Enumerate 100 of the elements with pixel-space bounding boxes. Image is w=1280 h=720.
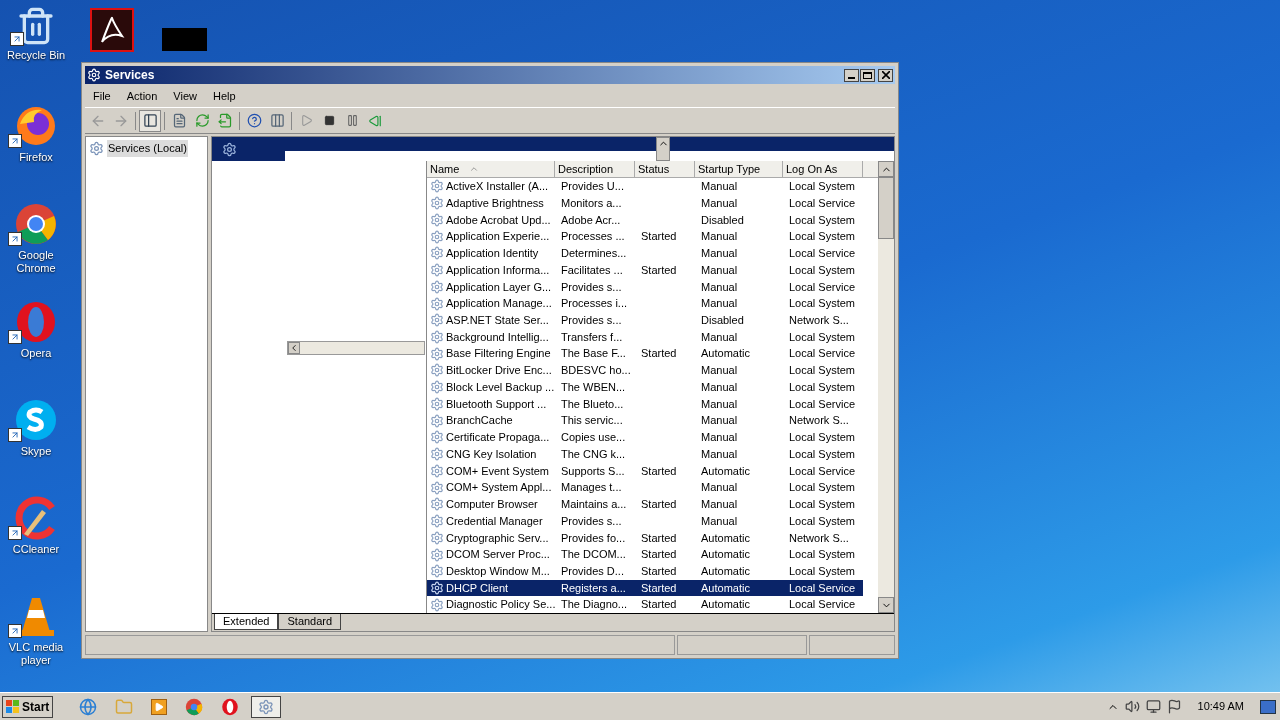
service-row[interactable]: Block Level Backup ... The WBEN... Manual Local System bbox=[427, 378, 863, 396]
table-cell-text: Local System bbox=[789, 564, 856, 579]
table-cell-text: Copies use... bbox=[561, 430, 626, 446]
menu-item[interactable]: Help bbox=[204, 88, 244, 105]
table-cell-text: Determines... bbox=[561, 246, 627, 262]
service-row[interactable]: Application Manage... Processes i... Manual Local System bbox=[427, 295, 863, 312]
service-row[interactable]: Diagnostic Policy Se... The Diagno... Started Automatic Local Service bbox=[427, 596, 863, 614]
table-cell-text: Network S... bbox=[789, 413, 849, 429]
table-cell-text: Diagnostic Policy Se... bbox=[446, 597, 556, 613]
menu-item[interactable]: File bbox=[85, 88, 119, 105]
flag-icon[interactable] bbox=[1166, 699, 1182, 714]
gear-icon bbox=[430, 196, 444, 211]
gear-icon bbox=[430, 447, 444, 462]
start-button[interactable]: Start bbox=[2, 695, 54, 718]
table-cell-text: BDESVC ho... bbox=[561, 363, 631, 379]
desktop-icon-label[interactable]: Firefox bbox=[19, 151, 53, 164]
table-cell-text: Desktop Window M... bbox=[446, 564, 550, 579]
column-header[interactable]: Description bbox=[555, 161, 635, 178]
media-player-icon[interactable] bbox=[151, 698, 168, 715]
service-row[interactable]: Bluetooth Support ... The Blueto... Manual Local Service bbox=[427, 395, 863, 413]
menu-item[interactable]: Action bbox=[118, 88, 166, 105]
scroll-up-button[interactable] bbox=[656, 137, 670, 161]
column-header[interactable]: Name bbox=[427, 161, 555, 178]
gear-icon bbox=[430, 296, 444, 311]
service-row[interactable]: Application Experie... Processes ... Started Manual Local System bbox=[427, 228, 863, 245]
show-desktop-button[interactable] bbox=[1260, 699, 1276, 714]
service-row[interactable]: CNG Key Isolation The CNG k... Manual Local System bbox=[427, 445, 863, 463]
desktop-icon-label[interactable]: VLC media player bbox=[0, 641, 72, 667]
table-cell-text: Local System bbox=[789, 363, 856, 379]
column-header[interactable]: Startup Type bbox=[695, 161, 783, 178]
service-row[interactable]: Adaptive Brightness Monitors a... Manual Local Service bbox=[427, 194, 863, 212]
service-row[interactable]: COM+ Event System Supports S... Started Automatic Local Service bbox=[427, 462, 863, 480]
table-cell-text: Local System bbox=[789, 329, 856, 345]
table-cell-text: BitLocker Drive Enc... bbox=[446, 363, 552, 379]
network-icon[interactable] bbox=[1145, 699, 1161, 714]
service-row[interactable]: Cryptographic Serv... Provides fo... Started Automatic Network S... bbox=[427, 529, 863, 547]
table-cell-text: Local Service bbox=[789, 580, 856, 596]
table-cell-text: Local System bbox=[789, 513, 856, 529]
gear-icon bbox=[430, 380, 444, 395]
gear-icon bbox=[430, 530, 444, 545]
gear-icon bbox=[430, 564, 444, 579]
table-cell-text: Processes ... bbox=[561, 229, 625, 245]
table-cell-text: Manual bbox=[701, 363, 738, 379]
service-row[interactable]: DCOM Server Proc... The DCOM... Started Automatic Local System bbox=[427, 546, 863, 563]
o-ring-icon[interactable] bbox=[221, 697, 240, 716]
gear-icon bbox=[430, 480, 444, 495]
desktop-icon-label[interactable]: Google Chrome bbox=[0, 249, 72, 275]
column-header[interactable]: Log On As bbox=[783, 161, 863, 178]
table-cell-text: Local Service bbox=[789, 346, 856, 362]
table-cell-text: Local System bbox=[789, 430, 856, 446]
maximize-button[interactable] bbox=[860, 68, 875, 82]
tricolor-circle-icon[interactable] bbox=[185, 697, 204, 716]
service-row[interactable]: Adobe Acrobat Upd... Adobe Acr... Disabled Local System bbox=[427, 211, 863, 229]
service-row[interactable]: Desktop Window M... Provides D... Started Automatic Local System bbox=[427, 562, 863, 580]
service-row[interactable]: Application Layer G... Provides s... Manual Local Service bbox=[427, 278, 863, 296]
service-row[interactable]: Application Informa... Facilitates ... Started Manual Local System bbox=[427, 261, 863, 279]
service-row[interactable]: Certificate Propaga... Copies use... Manual Local System bbox=[427, 429, 863, 446]
service-row[interactable]: ActiveX Installer (A... Provides U... Manual Local System bbox=[427, 178, 863, 195]
table-cell-text: Started bbox=[641, 547, 677, 563]
table-cell-text: Manual bbox=[701, 446, 738, 462]
service-row[interactable]: BranchCache This servic... Manual Network S... bbox=[427, 412, 863, 429]
service-row[interactable]: Background Intellig... Transfers f... Manual Local System bbox=[427, 328, 863, 346]
table-cell-text: Base Filtering Engine bbox=[446, 346, 551, 362]
service-row[interactable]: Credential Manager Provides s... Manual Local System bbox=[427, 512, 863, 530]
scroll-thumb[interactable] bbox=[878, 177, 894, 239]
menu-item[interactable]: View bbox=[165, 88, 205, 105]
minimize-button[interactable] bbox=[844, 68, 859, 82]
horizontal-scrollbar[interactable] bbox=[287, 341, 425, 355]
table-cell-text: ActiveX Installer (A... bbox=[446, 179, 549, 195]
gear-icon bbox=[430, 263, 444, 278]
services-task-button[interactable] bbox=[251, 695, 282, 718]
desktop-icon-label[interactable]: Recycle Bin bbox=[6, 49, 66, 62]
table-cell-text: Manual bbox=[701, 296, 738, 312]
service-row[interactable]: ASP.NET State Ser... Provides s... Disabled Network S... bbox=[427, 311, 863, 329]
service-row[interactable]: COM+ System Appl... Manages t... Manual Local System bbox=[427, 479, 863, 496]
vertical-scrollbar[interactable] bbox=[878, 161, 894, 613]
table-cell-text: Manual bbox=[701, 179, 738, 195]
close-button[interactable] bbox=[878, 68, 893, 82]
column-header[interactable]: Status bbox=[635, 161, 695, 178]
service-row[interactable]: DHCP Client Registers a... Started Automatic Local Service bbox=[427, 579, 863, 597]
table-cell-text: Manual bbox=[701, 379, 738, 395]
tree-item[interactable]: Services (Local) bbox=[107, 140, 188, 157]
speaker-icon[interactable] bbox=[1124, 699, 1140, 714]
desktop-icon-label[interactable]: Skype bbox=[20, 445, 52, 458]
view-tab[interactable]: Extended bbox=[214, 614, 279, 630]
console-tree-icon[interactable] bbox=[139, 109, 161, 132]
service-row[interactable]: BitLocker Drive Enc... BDESVC ho... Manual Local System bbox=[427, 362, 863, 379]
service-row[interactable]: Application Identity Determines... Manual Local Service bbox=[427, 244, 863, 262]
service-row[interactable]: Base Filtering Engine The Base F... Started Automatic Local Service bbox=[427, 345, 863, 363]
table-cell-text: Started bbox=[641, 564, 677, 579]
table-cell-text: Manual bbox=[701, 430, 738, 446]
view-tab[interactable]: Standard bbox=[278, 614, 342, 630]
desktop-icon-label[interactable]: Opera bbox=[20, 347, 52, 360]
table-cell-text: Automatic bbox=[701, 530, 750, 546]
service-row[interactable]: Computer Browser Maintains a... Started Manual Local System bbox=[427, 495, 863, 513]
gear-icon bbox=[430, 229, 444, 244]
table-cell-text: Automatic bbox=[701, 463, 750, 479]
table-cell-text: Manual bbox=[701, 329, 738, 345]
desktop-icon-label[interactable]: CCleaner bbox=[12, 543, 60, 556]
clock[interactable]: 10:49 AM bbox=[1197, 698, 1244, 715]
